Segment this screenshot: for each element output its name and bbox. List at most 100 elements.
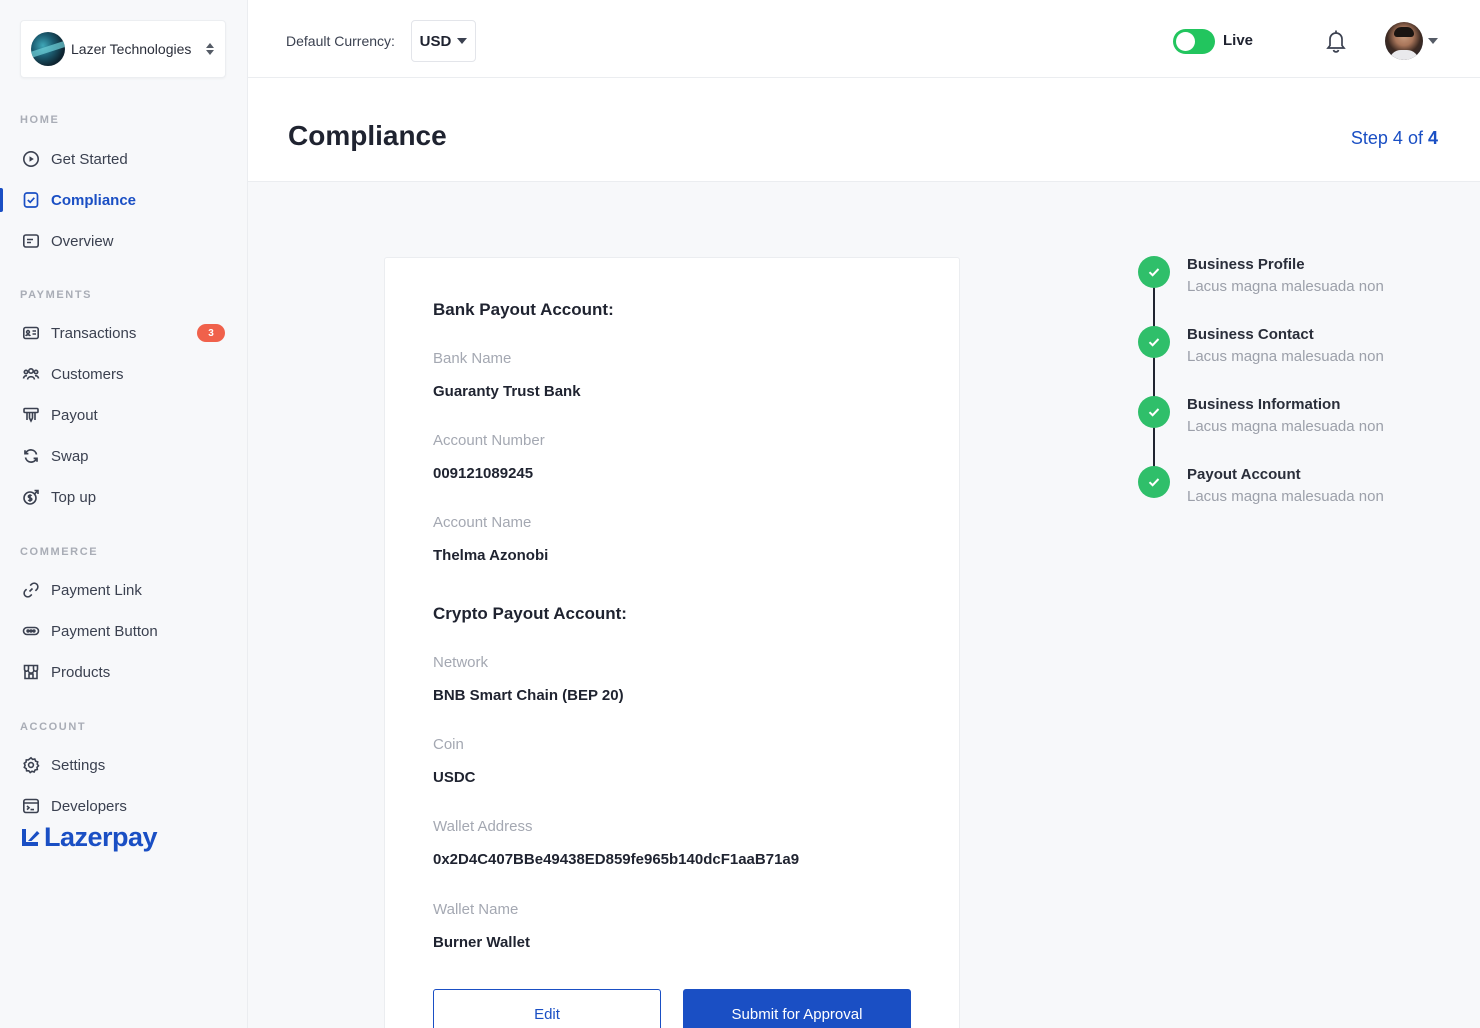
network-value: BNB Smart Chain (BEP 20) xyxy=(433,687,624,704)
stepper-item-business-profile: Business Profile Lacus magna malesuada n… xyxy=(1138,255,1458,305)
sidebar-item-label: Products xyxy=(51,663,111,681)
account-name-value: Thelma Azonobi xyxy=(433,547,549,564)
sidebar-item-customers[interactable]: Customers xyxy=(0,356,247,392)
check-circle-icon xyxy=(1138,396,1170,428)
check-circle-icon xyxy=(1138,466,1170,498)
terminal-icon xyxy=(22,797,40,815)
org-logo xyxy=(31,32,65,66)
stepper-item-desc: Lacus magna malesuada non xyxy=(1187,348,1384,365)
transactions-count-badge: 3 xyxy=(197,324,225,342)
check-circle-icon xyxy=(1138,326,1170,358)
payout-review-card: Bank Payout Account: Bank Name Guaranty … xyxy=(384,257,960,1028)
lazerpay-mark-icon xyxy=(22,828,40,846)
bank-payout-heading: Bank Payout Account: xyxy=(433,300,614,319)
section-title-payments: PAYMENTS xyxy=(20,289,93,301)
bell-icon[interactable] xyxy=(1324,28,1348,54)
section-title-commerce: COMMERCE xyxy=(20,546,99,558)
sidebar-item-label: Developers xyxy=(51,797,127,815)
stepper-item-business-contact: Business Contact Lacus magna malesuada n… xyxy=(1138,325,1458,375)
section-title-home: HOME xyxy=(20,114,60,126)
bank-name-value: Guaranty Trust Bank xyxy=(433,383,581,400)
sidebar-item-label: Swap xyxy=(51,447,89,465)
caret-down-icon xyxy=(457,38,468,44)
sidebar-item-payment-button[interactable]: Payment Button xyxy=(0,613,247,649)
stepper-connector-line xyxy=(1153,275,1155,485)
coin-label: Coin xyxy=(433,736,464,753)
sidebar-item-swap[interactable]: Swap xyxy=(0,438,247,474)
page-title: Compliance xyxy=(288,120,447,151)
network-label: Network xyxy=(433,654,489,671)
sidebar-item-payment-link[interactable]: Payment Link xyxy=(0,572,247,608)
sidebar-item-label: Transactions xyxy=(51,324,137,342)
sidebar-item-label: Overview xyxy=(51,232,114,250)
sidebar-item-label: Payment Button xyxy=(51,622,158,640)
swap-icon xyxy=(22,447,40,465)
store-icon xyxy=(22,663,40,681)
sidebar-item-products[interactable]: Products xyxy=(0,654,247,690)
overview-icon xyxy=(22,232,40,250)
section-title-account: ACCOUNT xyxy=(20,721,87,733)
check-circle-icon xyxy=(1138,256,1170,288)
coin-value: USDC xyxy=(433,769,476,786)
stepper-item-title: Payout Account xyxy=(1187,466,1301,483)
currency-select[interactable]: USD xyxy=(411,20,476,62)
live-mode-label: Live xyxy=(1223,32,1254,49)
org-name: Lazer Technologies xyxy=(71,41,192,57)
sidebar-item-payout[interactable]: Payout xyxy=(0,397,247,433)
sidebar-item-label: Settings xyxy=(51,756,106,774)
account-number-value: 009121089245 xyxy=(433,465,534,482)
sort-arrows-icon xyxy=(205,43,215,55)
live-mode-toggle[interactable] xyxy=(1173,29,1215,54)
gear-icon xyxy=(22,756,40,774)
avatar-caret-down-icon[interactable] xyxy=(1428,38,1438,44)
crypto-payout-heading: Crypto Payout Account: xyxy=(433,604,627,623)
step-indicator: Step 4 of 4 xyxy=(1351,128,1438,149)
lazerpay-logo: Lazerpay xyxy=(20,822,158,853)
payout-icon xyxy=(22,406,40,424)
sidebar-item-overview[interactable]: Overview xyxy=(0,223,247,259)
sidebar-item-label: Top up xyxy=(51,488,97,506)
shield-check-icon xyxy=(22,191,40,209)
progress-stepper: Business Profile Lacus magna malesuada n… xyxy=(1138,255,1458,515)
sidebar-item-settings[interactable]: Settings xyxy=(0,747,247,783)
link-icon xyxy=(22,581,40,599)
edit-button[interactable]: Edit xyxy=(433,989,661,1028)
user-avatar[interactable] xyxy=(1385,22,1423,60)
sidebar-item-transactions[interactable]: Transactions 3 xyxy=(0,315,247,351)
customers-icon xyxy=(22,365,40,383)
sidebar-item-developers[interactable]: Developers xyxy=(0,788,247,824)
sidebar-item-compliance[interactable]: Compliance xyxy=(0,182,247,218)
sidebar-item-label: Payout xyxy=(51,406,98,424)
stepper-item-payout-account: Payout Account Lacus magna malesuada non xyxy=(1138,465,1458,515)
account-number-label: Account Number xyxy=(433,432,545,449)
sidebar-item-label: Customers xyxy=(51,365,124,383)
step-total: 4 xyxy=(1427,128,1438,148)
wallet-address-label: Wallet Address xyxy=(433,818,533,835)
org-switcher[interactable]: Lazer Technologies xyxy=(20,20,226,78)
sidebar-item-top-up[interactable]: Top up xyxy=(0,479,247,515)
top-up-icon xyxy=(22,488,40,506)
wallet-name-value: Burner Wallet xyxy=(433,934,530,951)
stepper-item-desc: Lacus magna malesuada non xyxy=(1187,488,1384,505)
sidebar-item-get-started[interactable]: Get Started xyxy=(0,141,247,177)
stepper-item-title: Business Profile xyxy=(1187,256,1305,273)
sidebar: Lazer Technologies HOME Get Started Comp… xyxy=(0,0,248,1028)
page-header: Compliance Step 4 of 4 xyxy=(248,78,1480,182)
button-icon xyxy=(22,622,40,640)
wallet-address-value: 0x2D4C407BBe49438ED859fe965b140dcF1aaB71… xyxy=(433,851,800,868)
default-currency-label: Default Currency: xyxy=(286,33,395,49)
sidebar-item-label: Compliance xyxy=(51,191,137,209)
submit-for-approval-button[interactable]: Submit for Approval xyxy=(683,989,911,1028)
stepper-item-title: Business Contact xyxy=(1187,326,1314,343)
wallet-name-label: Wallet Name xyxy=(433,901,519,918)
stepper-item-business-information: Business Information Lacus magna malesua… xyxy=(1138,395,1458,445)
sidebar-item-label: Payment Link xyxy=(51,581,142,599)
bank-name-label: Bank Name xyxy=(433,350,512,367)
step-prefix: Step 4 of xyxy=(1350,128,1423,148)
stepper-item-title: Business Information xyxy=(1187,396,1341,413)
sidebar-item-label: Get Started xyxy=(51,150,128,168)
currency-value: USD xyxy=(419,32,452,50)
transactions-icon xyxy=(22,324,40,342)
play-circle-icon xyxy=(22,150,40,168)
stepper-item-desc: Lacus magna malesuada non xyxy=(1187,418,1384,435)
